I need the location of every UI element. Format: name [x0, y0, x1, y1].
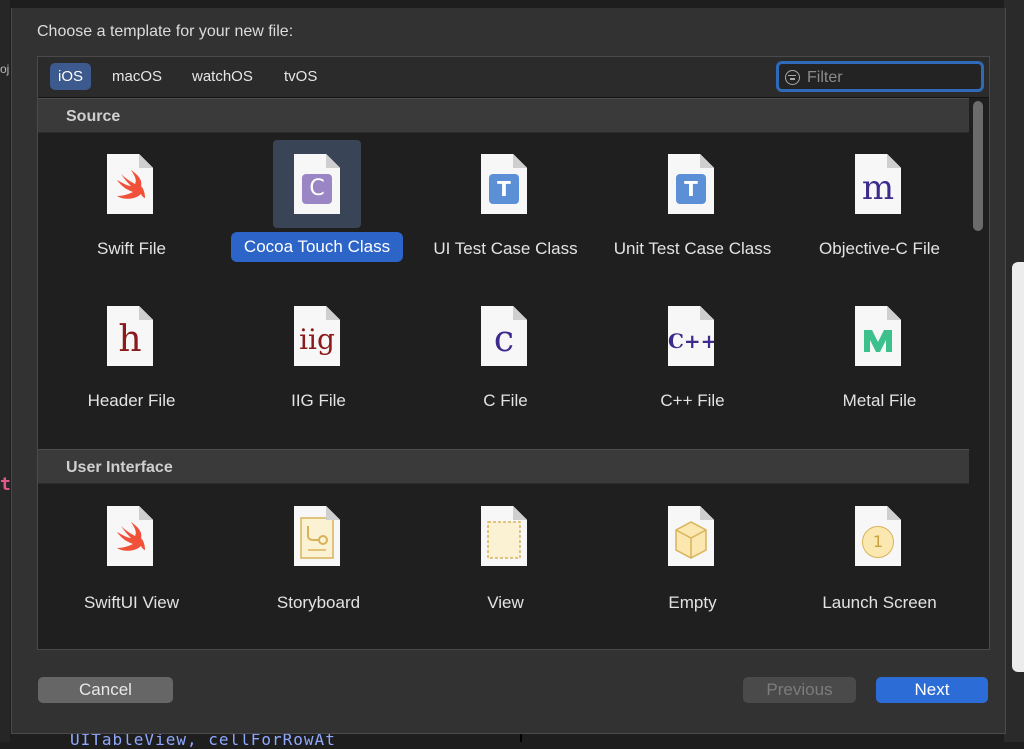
- template-label: UI Test Case Class: [433, 239, 578, 258]
- template-unit-test-case-class[interactable]: T Unit Test Case Class: [599, 140, 786, 290]
- filter-icon: [785, 70, 800, 85]
- template-metal-file[interactable]: Metal File: [786, 292, 969, 442]
- template-label: C++ File: [660, 391, 725, 410]
- template-icon-frame: h: [86, 292, 174, 380]
- template-icon-frame-selected: C: [273, 140, 361, 228]
- template-icon-frame: C++: [647, 292, 735, 380]
- tab-ios[interactable]: iOS: [50, 63, 92, 90]
- background-keyword-mark: t: [0, 474, 11, 495]
- template-panel: iOS macOS watchOS tvOS Source: [37, 56, 990, 650]
- background-editor-left: oj t: [0, 0, 11, 742]
- template-icon-frame: iig: [273, 292, 361, 380]
- dialog-prompt: Choose a template for your new file:: [37, 23, 294, 40]
- template-ui-test-case-class[interactable]: T UI Test Case Class: [412, 140, 599, 290]
- template-icon-frame: [460, 492, 548, 580]
- template-iig-file[interactable]: iig IIG File: [225, 292, 412, 442]
- template-view[interactable]: View: [412, 492, 599, 642]
- cancel-button[interactable]: Cancel: [38, 677, 173, 703]
- template-label: Storyboard: [276, 593, 361, 612]
- tab-macos[interactable]: macOS: [104, 63, 170, 90]
- template-objective-c-file[interactable]: m Objective-C File: [786, 140, 969, 290]
- section-header-user-interface: User Interface: [38, 449, 969, 484]
- template-label: IIG File: [291, 391, 346, 410]
- template-icon-frame: [647, 492, 735, 580]
- template-label-selected: Cocoa Touch Class: [231, 232, 403, 262]
- template-cpp-file[interactable]: C++ C++ File: [599, 292, 786, 442]
- template-label: Swift File: [97, 239, 166, 258]
- filter-input[interactable]: [805, 65, 979, 91]
- new-file-template-sheet: Choose a template for your new file: iOS…: [11, 8, 1006, 734]
- template-icon-frame: m: [834, 140, 922, 228]
- template-label: Metal File: [842, 391, 917, 410]
- template-icon-frame: [86, 492, 174, 580]
- template-launch-screen[interactable]: 1 Launch Screen: [786, 492, 969, 642]
- template-list: Source Swift File C Cocoa Touch Class T …: [38, 98, 969, 649]
- tab-watchos[interactable]: watchOS: [184, 63, 261, 90]
- template-icon-frame: T: [460, 140, 548, 228]
- template-label: C File: [483, 391, 528, 410]
- vertical-scrollbar[interactable]: [973, 101, 983, 231]
- platform-tab-bar: iOS macOS watchOS tvOS: [38, 57, 989, 98]
- next-button[interactable]: Next: [876, 677, 988, 703]
- section-header-source: Source: [38, 98, 969, 133]
- filter-field[interactable]: [776, 61, 984, 92]
- template-label: Launch Screen: [822, 593, 937, 612]
- template-label: Objective-C File: [819, 239, 940, 258]
- template-label: Unit Test Case Class: [613, 239, 772, 258]
- template-label: SwiftUI View: [83, 593, 180, 612]
- template-icon-frame: c: [460, 292, 548, 380]
- template-icon-frame: T: [647, 140, 735, 228]
- template-label: View: [487, 593, 524, 612]
- template-header-file[interactable]: h Header File: [38, 292, 225, 442]
- tab-tvos[interactable]: tvOS: [276, 63, 325, 90]
- background-text: oj: [0, 62, 10, 76]
- template-label: Empty: [668, 593, 717, 612]
- template-icon-frame: [86, 140, 174, 228]
- template-empty[interactable]: Empty: [599, 492, 786, 642]
- template-storyboard[interactable]: Storyboard: [225, 492, 412, 642]
- template-icon-frame: [834, 292, 922, 380]
- template-label: Header File: [87, 391, 176, 410]
- template-icon-frame: [273, 492, 361, 580]
- template-swift-file[interactable]: Swift File: [38, 140, 225, 290]
- background-editor-right: [1004, 0, 1024, 742]
- template-c-file[interactable]: c C File: [412, 292, 599, 442]
- template-swiftui-view[interactable]: SwiftUI View: [38, 492, 225, 642]
- background-panel: [1012, 262, 1024, 672]
- previous-button[interactable]: Previous: [743, 677, 856, 703]
- template-cocoa-touch-class[interactable]: C Cocoa Touch Class: [225, 140, 412, 290]
- template-icon-frame: 1: [834, 492, 922, 580]
